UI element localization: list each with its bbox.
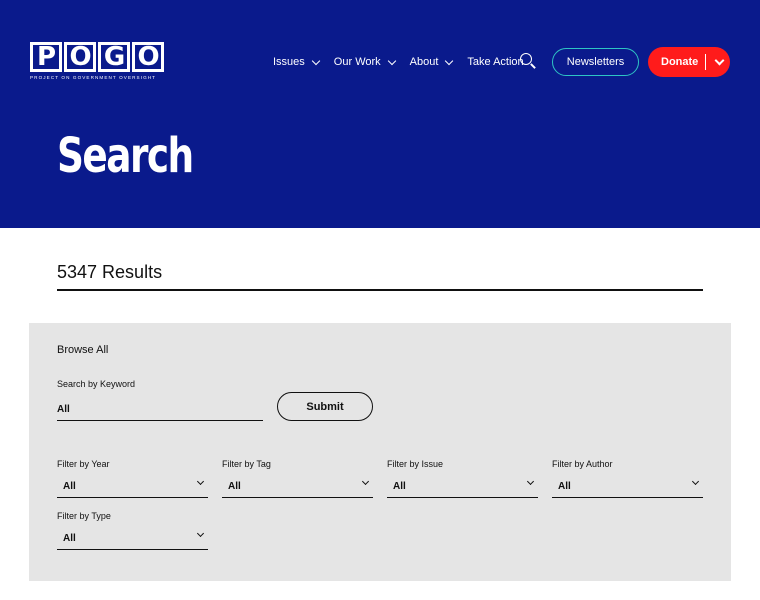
divider [57, 289, 703, 291]
nav-item-label: Take Action [467, 56, 524, 68]
filter-label: Filter by Tag [222, 459, 271, 469]
main-nav: Issues Our Work About Take Action [273, 54, 539, 70]
select-value: All [63, 481, 76, 492]
chevron-down-icon [361, 477, 370, 486]
results-count: 5347 Results [57, 262, 163, 282]
filter-type: Filter by Type All [57, 511, 208, 550]
chevron-down-icon[interactable] [714, 55, 725, 65]
chevron-down-icon [691, 477, 700, 486]
donate-divider [705, 54, 707, 70]
keyword-search-input[interactable] [57, 399, 263, 421]
chevron-down-icon [387, 56, 396, 65]
chevron-down-icon [445, 56, 454, 65]
logo-letter: O [64, 42, 96, 72]
filter-issue: Filter by Issue All [387, 459, 538, 498]
search-icon[interactable] [520, 53, 537, 70]
filter-year: Filter by Year All [57, 459, 208, 498]
select-value: All [63, 533, 76, 544]
pogo-logo[interactable]: P O G O PROJECT ON GOVERNMENT OVERSIGHT [30, 42, 164, 82]
nav-item-label: About [409, 56, 439, 68]
nav-item-issues[interactable]: Issues [273, 56, 321, 68]
filter-tag: Filter by Tag All [222, 459, 373, 498]
logo-letter: G [98, 42, 130, 72]
browse-all-heading: Browse All [57, 344, 109, 356]
tag-select[interactable]: All [222, 474, 373, 498]
logo-letter: P [30, 42, 62, 72]
chevron-down-icon [196, 477, 205, 486]
type-select[interactable]: All [57, 526, 208, 550]
filter-label: Filter by Issue [387, 459, 444, 469]
author-select[interactable]: All [552, 474, 703, 498]
select-value: All [558, 481, 571, 492]
logo-letter: O [132, 42, 164, 72]
nav-item-our-work[interactable]: Our Work [333, 56, 396, 68]
filter-author: Filter by Author All [552, 459, 703, 498]
logo-wordmark: P O G O [30, 42, 164, 72]
newsletters-button[interactable]: Newsletters [552, 48, 639, 76]
keyword-label: Search by Keyword [57, 379, 136, 389]
filter-label: Filter by Year [57, 459, 110, 469]
filter-label: Filter by Author [552, 459, 613, 469]
select-value: All [228, 481, 241, 492]
donate-button[interactable]: Donate [648, 47, 730, 77]
filter-label: Filter by Type [57, 511, 111, 521]
chevron-down-icon [526, 477, 535, 486]
nav-item-about[interactable]: About [409, 56, 454, 68]
submit-button[interactable]: Submit [277, 392, 373, 421]
nav-item-label: Issues [273, 56, 305, 68]
nav-item-label: Our Work [333, 56, 381, 68]
logo-tagline: PROJECT ON GOVERNMENT OVERSIGHT [30, 75, 157, 80]
issue-select[interactable]: All [387, 474, 538, 498]
year-select[interactable]: All [57, 474, 208, 498]
hero-banner: P O G O PROJECT ON GOVERNMENT OVERSIGHT … [0, 0, 760, 228]
filter-panel: Browse All Search by Keyword Submit Filt… [29, 323, 731, 581]
select-value: All [393, 481, 406, 492]
page-title: Search [57, 128, 194, 184]
donate-label: Donate [661, 56, 699, 68]
chevron-down-icon [311, 56, 321, 65]
chevron-down-icon [196, 529, 205, 538]
nav-item-take-action[interactable]: Take Action [467, 56, 523, 68]
